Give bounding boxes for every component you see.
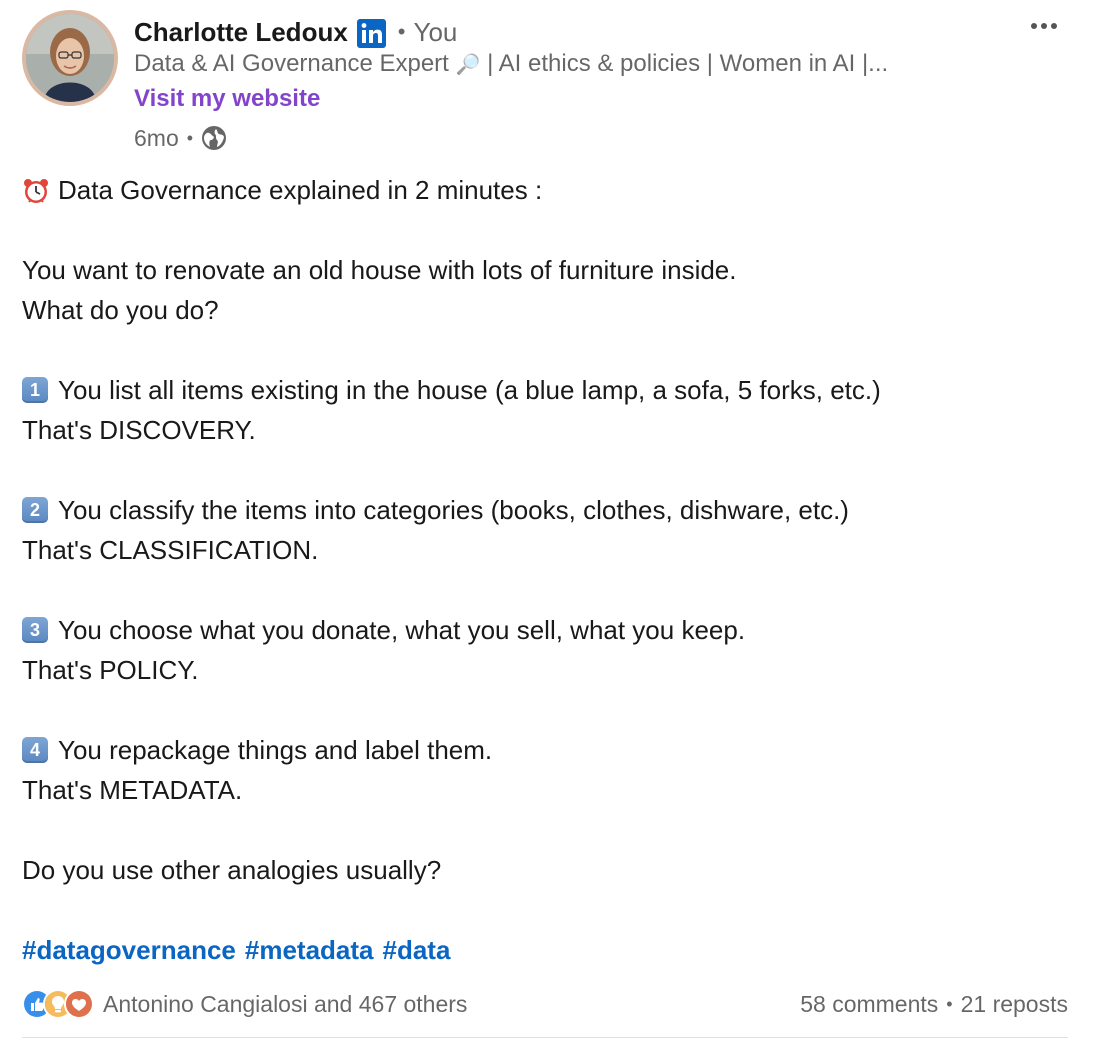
author-name-row: Charlotte Ledoux • You bbox=[134, 14, 457, 50]
author-avatar[interactable] bbox=[22, 10, 118, 106]
keycap-four-icon: 4 bbox=[22, 737, 48, 763]
post-line-text: That's DISCOVERY. bbox=[22, 415, 256, 445]
post-line: That's POLICY. bbox=[22, 650, 1072, 690]
reactors-text[interactable]: Antonino Cangialosi and 467 others bbox=[103, 991, 467, 1018]
post-line-text: What do you do? bbox=[22, 295, 219, 325]
post-line-text: You list all items existing in the house… bbox=[58, 375, 881, 405]
globe-icon bbox=[201, 125, 227, 151]
post-line: 4 You repackage things and label them. bbox=[22, 730, 1072, 770]
reposts-count[interactable]: 21 reposts bbox=[961, 991, 1068, 1018]
post-text: Data Governance explained in 2 minutes :… bbox=[22, 170, 1072, 890]
post-line: That's DISCOVERY. bbox=[22, 410, 1072, 450]
hashtag-metadata[interactable]: #metadata bbox=[245, 935, 374, 966]
post-line: 3 You choose what you donate, what you s… bbox=[22, 610, 1072, 650]
post-meta: 6mo • bbox=[134, 122, 227, 154]
love-reaction-icon bbox=[64, 989, 94, 1019]
post-line: What do you do? bbox=[22, 290, 1072, 330]
keycap-two-icon: 2 bbox=[22, 497, 48, 523]
post-line-text: You want to renovate an old house with l… bbox=[22, 255, 737, 285]
post-line: 2 You classify the items into categories… bbox=[22, 490, 1072, 530]
post-line: Data Governance explained in 2 minutes : bbox=[22, 170, 1072, 210]
reactions-summary[interactable]: Antonino Cangialosi and 467 others bbox=[22, 989, 467, 1019]
post-line: That's CLASSIFICATION. bbox=[22, 530, 1072, 570]
visit-website-link[interactable]: Visit my website bbox=[134, 85, 320, 113]
post-line-text: You repackage things and label them. bbox=[58, 735, 493, 765]
post-line-text: You choose what you donate, what you sel… bbox=[58, 615, 746, 645]
feed-post: Charlotte Ledoux • You Data & AI Governa… bbox=[0, 0, 1098, 1044]
post-line-text: That's METADATA. bbox=[22, 775, 243, 805]
post-line: Do you use other analogies usually? bbox=[22, 850, 1072, 890]
alarm-clock-icon bbox=[22, 176, 50, 204]
headline-text-rest: | AI ethics & policies | Women in AI |..… bbox=[480, 50, 889, 77]
hashtag-datagovernance[interactable]: #datagovernance bbox=[22, 935, 236, 966]
separator-dot: • bbox=[186, 127, 194, 148]
more-options-button[interactable] bbox=[1024, 12, 1064, 40]
post-line-text: You classify the items into categories (… bbox=[58, 495, 849, 525]
engagement-counts: 58 comments • 21 reposts bbox=[800, 991, 1068, 1018]
keycap-one-icon: 1 bbox=[22, 377, 48, 403]
post-line-text: That's POLICY. bbox=[22, 655, 199, 685]
author-name[interactable]: Charlotte Ledoux bbox=[134, 17, 348, 48]
post-line-text: That's CLASSIFICATION. bbox=[22, 535, 319, 565]
separator-dot: • bbox=[397, 19, 406, 44]
post-line: You want to renovate an old house with l… bbox=[22, 250, 1072, 290]
headline-text: Data & AI Governance Expert bbox=[134, 50, 449, 77]
reaction-icons bbox=[22, 989, 94, 1019]
post-line-text: Data Governance explained in 2 minutes : bbox=[58, 175, 543, 205]
hashtag-data[interactable]: #data bbox=[383, 935, 451, 966]
separator-dot: • bbox=[946, 993, 953, 1014]
author-headline: Data & AI Governance Expert 🔎 | AI ethic… bbox=[134, 50, 934, 78]
divider bbox=[22, 1037, 1068, 1038]
connection-degree: You bbox=[413, 16, 458, 47]
social-counts: Antonino Cangialosi and 467 others 58 co… bbox=[22, 984, 1068, 1024]
more-icon bbox=[1031, 23, 1057, 29]
hashtag-row: #datagovernance #metadata #data bbox=[22, 930, 459, 970]
post-line: 1 You list all items existing in the hou… bbox=[22, 370, 1072, 410]
post-line: That's METADATA. bbox=[22, 770, 1072, 810]
post-time: 6mo bbox=[134, 124, 179, 151]
keycap-three-icon: 3 bbox=[22, 617, 48, 643]
magnifying-glass-icon: 🔎 bbox=[455, 54, 481, 76]
comments-count[interactable]: 58 comments bbox=[800, 991, 938, 1018]
linkedin-badge-icon bbox=[356, 18, 386, 48]
avatar-photo bbox=[26, 14, 114, 102]
post-line-text: Do you use other analogies usually? bbox=[22, 855, 442, 885]
